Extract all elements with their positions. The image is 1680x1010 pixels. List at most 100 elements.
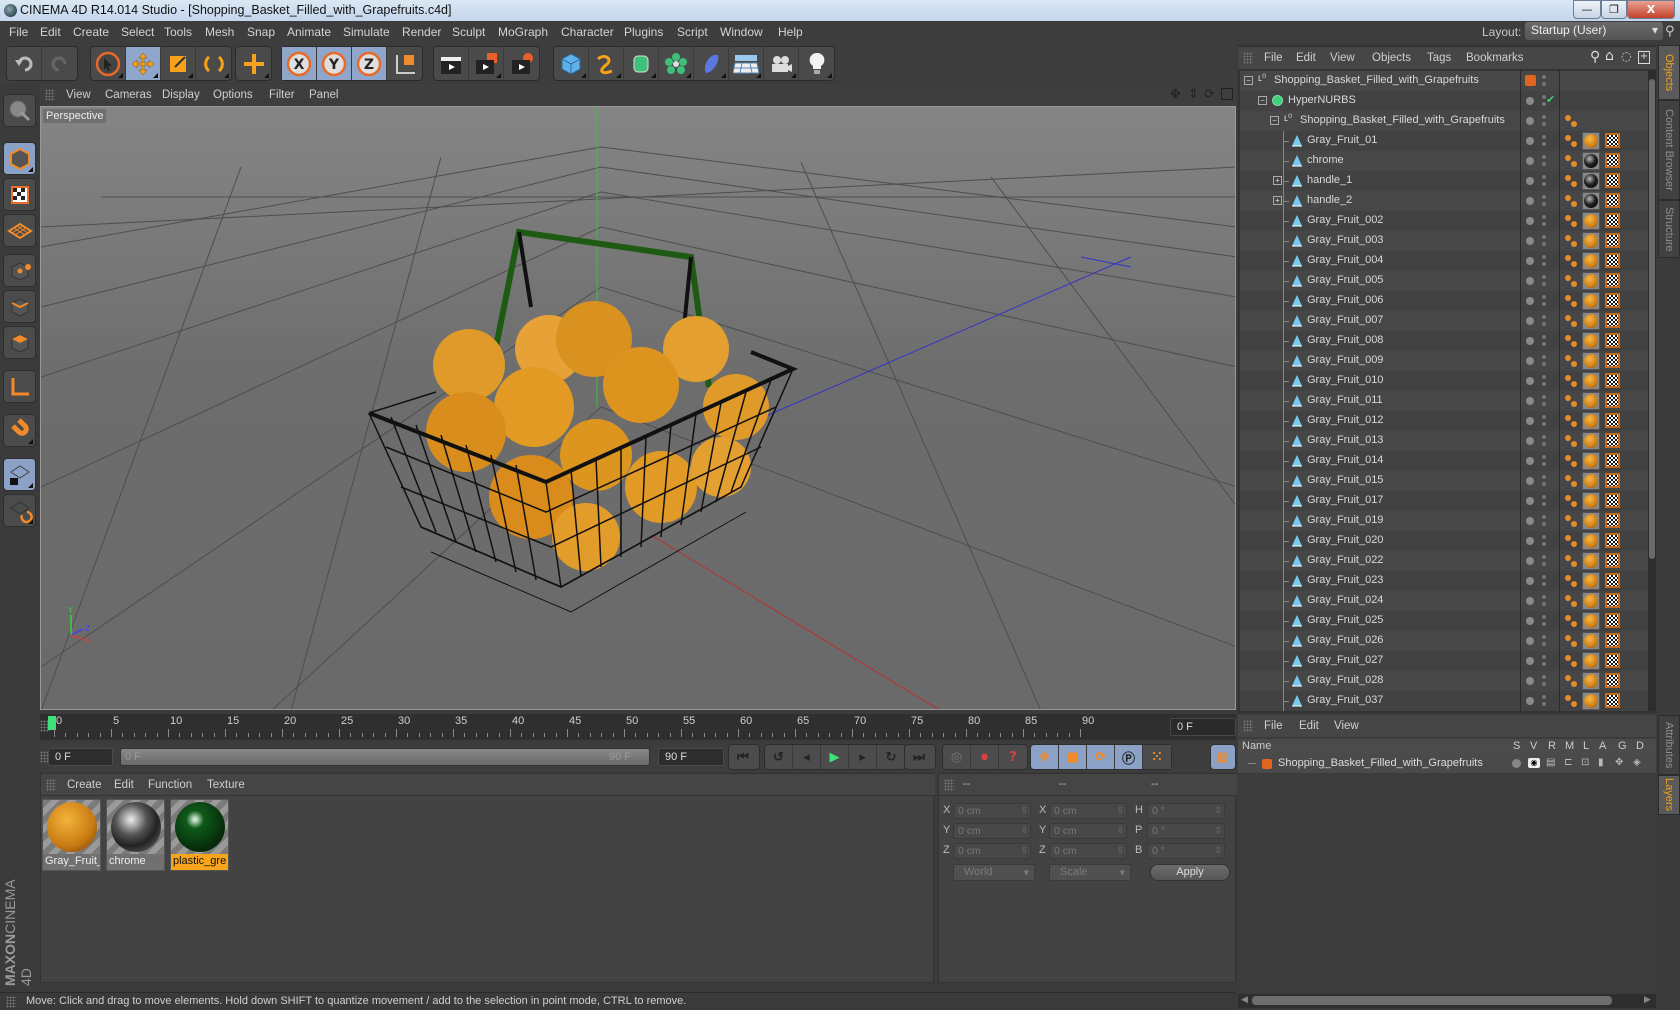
layout-dropdown[interactable]: Startup (User)	[1525, 22, 1663, 40]
render-visibility-dot[interactable]	[1542, 422, 1546, 426]
uvw-tag-icon[interactable]	[1605, 573, 1620, 588]
col-name[interactable]: Name	[1242, 740, 1271, 752]
rot-b-field[interactable]: 0 °	[1147, 843, 1225, 859]
object-row[interactable]: + handle_2	[1240, 191, 1648, 211]
render-visibility-dot[interactable]	[1542, 342, 1546, 346]
workplane-rotate-icon[interactable]	[3, 494, 36, 527]
material-tag-icon[interactable]	[1582, 172, 1600, 190]
phong-tag-icon[interactable]	[1564, 694, 1578, 708]
tab-structure[interactable]: Structure	[1658, 200, 1680, 258]
object-row[interactable]: Gray_Fruit_020	[1240, 531, 1648, 551]
phong-tag-icon[interactable]	[1564, 314, 1578, 328]
object-row[interactable]: Gray_Fruit_017	[1240, 491, 1648, 511]
editor-visibility-dot[interactable]	[1542, 655, 1546, 659]
zoom-view-icon[interactable]: ⇕	[1188, 87, 1199, 102]
render-visibility-dot[interactable]	[1542, 242, 1546, 246]
search-icon[interactable]: ⚲	[1665, 24, 1675, 39]
editor-visibility-dot[interactable]	[1542, 295, 1546, 299]
new-window-icon[interactable]: +	[1638, 51, 1650, 64]
render-visibility-dot[interactable]	[1542, 482, 1546, 486]
render-visibility-dot[interactable]	[1542, 702, 1546, 706]
editor-visibility-dot[interactable]	[1542, 575, 1546, 579]
visibility-dot[interactable]	[1526, 457, 1534, 465]
render-visibility-dot[interactable]	[1542, 182, 1546, 186]
expand-toggle[interactable]: +	[1273, 176, 1282, 185]
rotate-icon[interactable]	[196, 47, 231, 80]
material-tag-icon[interactable]	[1582, 332, 1600, 350]
go-to-start-icon[interactable]: ⏮	[729, 745, 757, 769]
previous-frame-icon[interactable]: ◂	[793, 745, 821, 769]
render-visibility-dot[interactable]	[1542, 662, 1546, 666]
render-view-icon[interactable]	[434, 47, 469, 80]
object-name[interactable]: Gray_Fruit_020	[1307, 534, 1383, 546]
visibility-dot[interactable]	[1526, 157, 1534, 165]
render-visibility-dot[interactable]	[1542, 262, 1546, 266]
material-tag-icon[interactable]	[1582, 292, 1600, 310]
object-menu-objects[interactable]: Objects	[1372, 52, 1411, 64]
menu-character[interactable]: Character	[561, 25, 614, 39]
material-grip[interactable]	[46, 779, 56, 791]
workplane-mode-icon[interactable]	[3, 214, 36, 247]
phong-tag-icon[interactable]	[1564, 174, 1578, 188]
material-tag-icon[interactable]	[1582, 152, 1600, 170]
visibility-dot[interactable]	[1526, 557, 1534, 565]
visibility-dot[interactable]	[1526, 357, 1534, 365]
object-row[interactable]: Gray_Fruit_002	[1240, 211, 1648, 231]
go-to-end-icon[interactable]: ⏭	[905, 745, 933, 769]
menu-mograph[interactable]: MoGraph	[498, 25, 548, 39]
key-position-icon[interactable]: ✥	[1031, 745, 1059, 769]
editor-visibility-dot[interactable]	[1542, 635, 1546, 639]
editor-visibility-dot[interactable]	[1542, 695, 1546, 699]
editor-visibility-dot[interactable]	[1542, 615, 1546, 619]
material-tag-icon[interactable]	[1582, 512, 1600, 530]
object-row[interactable]: Gray_Fruit_003	[1240, 231, 1648, 251]
phong-tag-icon[interactable]	[1564, 654, 1578, 668]
visibility-dot[interactable]	[1526, 417, 1534, 425]
uvw-tag-icon[interactable]	[1605, 653, 1620, 668]
object-name[interactable]: Gray_Fruit_037	[1307, 694, 1383, 706]
col-manager[interactable]: M	[1565, 740, 1574, 752]
play-icon[interactable]: ▶	[821, 745, 849, 769]
render-visibility-dot[interactable]	[1542, 202, 1546, 206]
layer-color-swatch[interactable]	[1262, 759, 1272, 769]
phong-tag-icon[interactable]	[1564, 194, 1578, 208]
uvw-tag-icon[interactable]	[1605, 553, 1620, 568]
expand-toggle[interactable]: +	[1273, 196, 1282, 205]
menu-sculpt[interactable]: Sculpt	[452, 25, 485, 39]
render-visibility-dot[interactable]	[1542, 82, 1546, 86]
editor-visibility-dot[interactable]	[1542, 435, 1546, 439]
object-row[interactable]: − ʟ⁰ Shopping_Basket_Filled_with_Grapefrui…	[1240, 111, 1648, 131]
subdivision-icon[interactable]	[624, 47, 659, 80]
menu-help[interactable]: Help	[778, 25, 803, 39]
render-visibility-dot[interactable]	[1542, 382, 1546, 386]
phong-tag-icon[interactable]	[1564, 294, 1578, 308]
object-menu-edit[interactable]: Edit	[1296, 52, 1316, 64]
points-mode-icon[interactable]	[3, 254, 36, 287]
uvw-tag-icon[interactable]	[1605, 173, 1620, 188]
visibility-dot[interactable]	[1526, 117, 1534, 125]
uvw-tag-icon[interactable]	[1605, 233, 1620, 248]
visibility-dot[interactable]	[1526, 397, 1534, 405]
render-visibility-dot[interactable]	[1542, 502, 1546, 506]
uvw-tag-icon[interactable]	[1605, 133, 1620, 148]
phong-tag-icon[interactable]	[1564, 374, 1578, 388]
deformer-icon[interactable]	[694, 47, 729, 80]
editor-visibility-dot[interactable]	[1542, 555, 1546, 559]
phong-tag-icon[interactable]	[1564, 574, 1578, 588]
start-frame-field[interactable]: 0 F	[48, 748, 113, 766]
editor-visibility-dot[interactable]	[1542, 195, 1546, 199]
object-scrollbar[interactable]	[1648, 71, 1656, 711]
editor-visibility-dot[interactable]	[1542, 275, 1546, 279]
col-deformers[interactable]: D	[1636, 740, 1644, 752]
uvw-tag-icon[interactable]	[1605, 153, 1620, 168]
object-row[interactable]: Gray_Fruit_007	[1240, 311, 1648, 331]
col-locked[interactable]: L	[1583, 740, 1589, 752]
object-row[interactable]: − ʟ⁰ Shopping_Basket_Filled_with_Grapefrui…	[1240, 71, 1648, 91]
material-tag-icon[interactable]	[1582, 692, 1600, 710]
uvw-tag-icon[interactable]	[1605, 353, 1620, 368]
render-visibility-dot[interactable]	[1542, 322, 1546, 326]
editor-visibility-dot[interactable]	[1542, 155, 1546, 159]
object-row[interactable]: Gray_Fruit_028	[1240, 671, 1648, 691]
object-name[interactable]: Gray_Fruit_022	[1307, 554, 1383, 566]
menu-tools[interactable]: Tools	[164, 25, 192, 39]
